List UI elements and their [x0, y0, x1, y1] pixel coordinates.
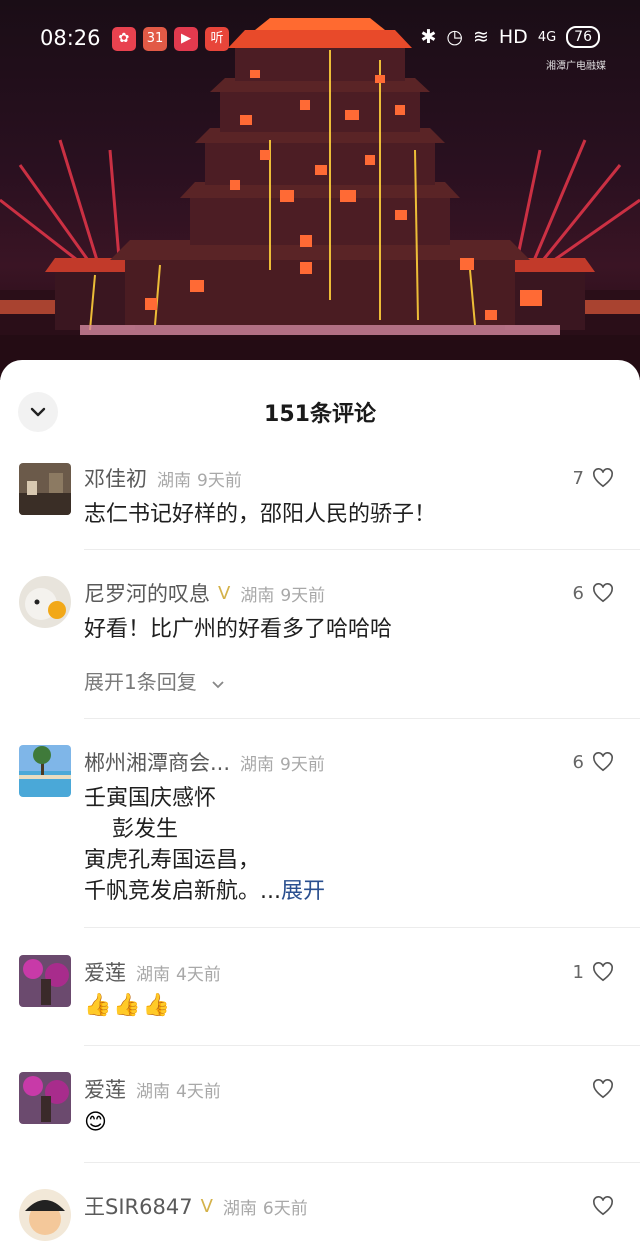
divider — [84, 927, 640, 928]
status-bar: 08:26 ✿ 31 ▶ 听 ✱ ◷ ≋ HD 4G 76 湘潭广电融媒 — [0, 0, 640, 80]
heart-icon — [593, 583, 613, 603]
timestamp: 9天前 — [280, 585, 326, 606]
heart-icon — [593, 752, 613, 772]
location: 湖南 — [240, 754, 275, 775]
heart-icon — [593, 1196, 613, 1216]
like-button[interactable]: 6 — [573, 747, 614, 777]
battery-icon: 76 — [566, 26, 600, 48]
location: 湖南 — [240, 585, 275, 606]
username[interactable]: 郴州湘潭商会... — [84, 747, 230, 777]
expand-replies-label: 展开1条回复 — [84, 670, 197, 694]
hd-icon: HD — [498, 26, 528, 48]
timestamp: 4天前 — [176, 1081, 221, 1102]
divider — [84, 1162, 640, 1163]
chevron-down-icon — [212, 681, 224, 689]
app-listen-icon: 听 — [205, 27, 229, 51]
alarm-icon: ◷ — [446, 26, 463, 48]
like-count: 1 — [572, 961, 584, 983]
username[interactable]: 邓佳初 — [84, 463, 147, 493]
comment-line: 彭发生 — [84, 817, 178, 842]
like-button[interactable] — [584, 1191, 614, 1221]
heart-icon — [593, 468, 613, 488]
timestamp: 4天前 — [176, 964, 221, 985]
username[interactable]: 尼罗河的叹息 — [84, 578, 210, 608]
thumbs-up-icon: 👍 — [142, 993, 171, 1018]
avatar[interactable] — [19, 1072, 71, 1124]
video-player[interactable]: 08:26 ✿ 31 ▶ 听 ✱ ◷ ≋ HD 4G 76 湘潭广电融媒 — [0, 0, 640, 380]
heart-icon — [593, 1079, 613, 1099]
like-button[interactable]: 7 — [573, 463, 614, 493]
app-calendar-icon: 31 — [143, 27, 167, 51]
comments-panel: 151条评论 邓佳初 湖南 9天前 7 志仁书记好样的，邵阳人民的骄子！ 尼罗河… — [0, 360, 640, 1241]
heart-icon — [593, 962, 613, 982]
comment-line: 壬寅国庆感怀 — [84, 786, 217, 811]
username[interactable]: 王SIR6847 — [84, 1191, 193, 1221]
vip-badge-icon: Ⅴ — [218, 582, 231, 604]
like-button[interactable]: 1 — [573, 957, 614, 987]
watermark-text: 湘潭广电融媒 — [546, 61, 606, 72]
wifi-icon: ≋ — [472, 26, 489, 48]
location: 湖南 — [136, 964, 170, 985]
app-pinwheel-icon: ✿ — [112, 27, 136, 51]
status-time: 08:26 — [40, 26, 101, 50]
app-video-icon: ▶ — [174, 27, 198, 51]
emoji-row: 👍 👍 👍 — [84, 993, 170, 1018]
signal-icon: 4G — [537, 29, 557, 45]
divider — [84, 718, 640, 719]
thumbs-up-icon: 👍 — [84, 993, 112, 1018]
bluetooth-icon: ✱ — [420, 26, 437, 48]
avatar[interactable] — [19, 463, 71, 515]
emoji-row: 😊 — [84, 1110, 107, 1135]
like-count: 7 — [572, 467, 584, 489]
expand-replies-button[interactable]: 展开1条回复 — [84, 666, 225, 695]
comment-text: 志仁书记好样的，邵阳人民的骄子！ — [84, 502, 437, 527]
location: 湖南 — [157, 470, 191, 491]
smile-icon: 😊 — [84, 1110, 107, 1135]
avatar[interactable] — [19, 955, 71, 1007]
like-button[interactable]: 6 — [573, 578, 614, 608]
location: 湖南 — [136, 1081, 170, 1102]
thumbs-up-icon: 👍 — [113, 993, 141, 1018]
expand-text-link[interactable]: 展开 — [281, 879, 325, 904]
comment-text: 壬寅国庆感怀 彭发生 寅虎孔寿国运昌， 千帆竞发启新航。...展开 — [84, 783, 325, 907]
divider — [84, 1045, 640, 1046]
status-indicators: ✱ ◷ ≋ HD 4G 76 — [420, 26, 600, 48]
vip-badge-icon: Ⅴ — [200, 1195, 213, 1217]
comments-title: 151条评论 — [264, 402, 376, 427]
timestamp: 9天前 — [280, 754, 325, 775]
username[interactable]: 爱莲 — [84, 1074, 126, 1104]
like-button[interactable] — [584, 1074, 614, 1104]
comment-line: 千帆竞发启新航。... — [84, 879, 281, 904]
avatar[interactable] — [19, 576, 71, 628]
username[interactable]: 爱莲 — [84, 957, 126, 987]
comment-line: 寅虎孔寿国运昌， — [84, 848, 261, 873]
comment-text: 好看！比广州的好看多了哈哈哈 — [84, 617, 393, 642]
avatar[interactable] — [19, 1189, 71, 1241]
timestamp: 9天前 — [197, 470, 242, 491]
like-count: 6 — [572, 751, 584, 773]
like-count: 6 — [572, 582, 584, 604]
avatar[interactable] — [19, 745, 71, 797]
divider — [84, 549, 640, 550]
